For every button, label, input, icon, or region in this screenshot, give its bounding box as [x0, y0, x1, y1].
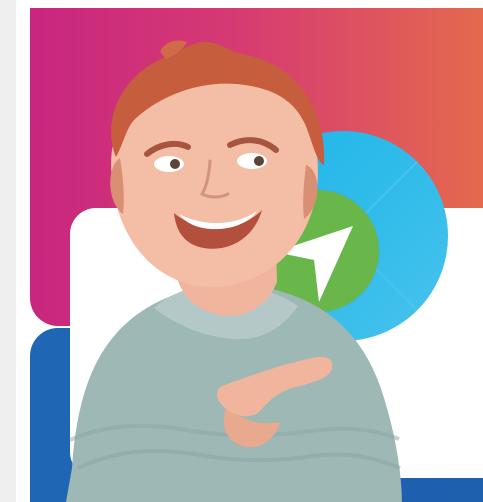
- smiling-woman-photo: [66, 40, 402, 502]
- left-edge-strip: [0, 0, 16, 502]
- hero-graphic: [0, 0, 483, 502]
